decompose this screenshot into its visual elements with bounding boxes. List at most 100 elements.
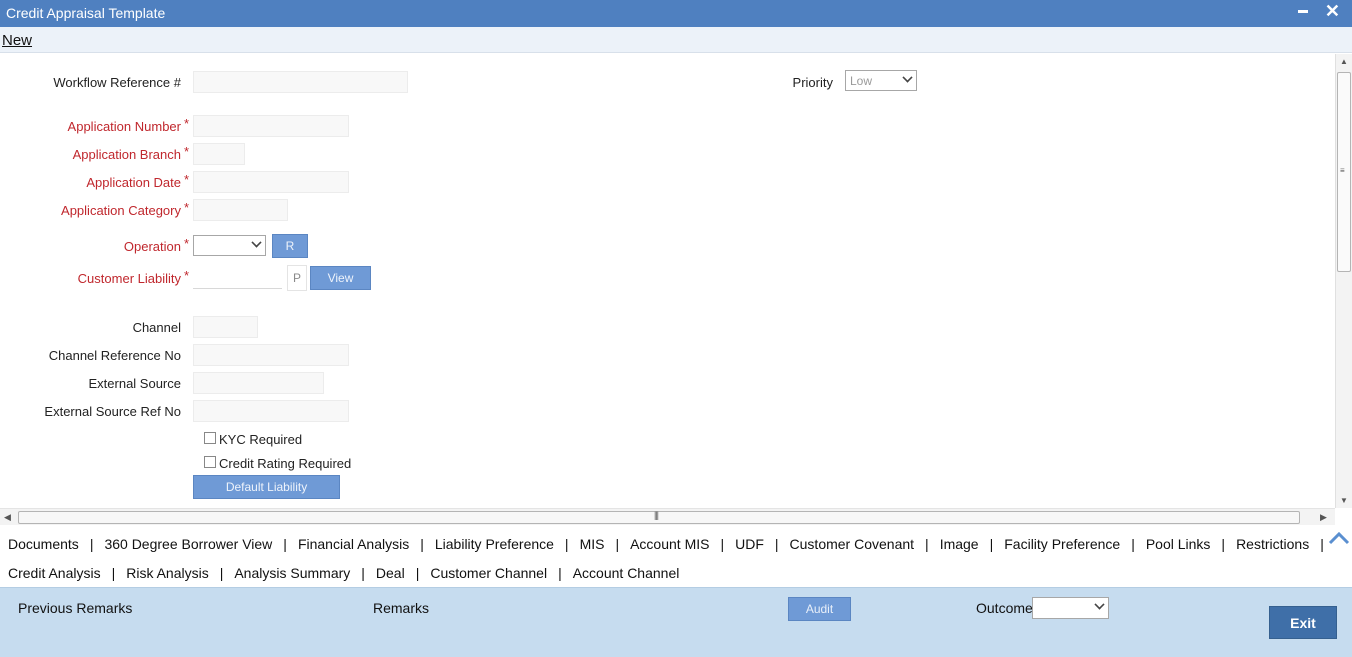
tab-pool-links[interactable]: Pool Links	[1146, 536, 1211, 552]
tab-liability-preference[interactable]: Liability Preference	[435, 536, 554, 552]
application-date-label: Application Date	[86, 175, 181, 190]
menu-bar: New	[0, 27, 1352, 53]
footer-panel: Previous Remarks Remarks Audit Outcome E…	[0, 587, 1352, 657]
application-branch-label: Application Branch	[72, 147, 181, 162]
tab-separator: |	[415, 565, 420, 581]
new-menu-link[interactable]: New	[2, 32, 32, 49]
tab-documents[interactable]: Documents	[8, 536, 79, 552]
customer-liability-label: Customer Liability	[77, 271, 181, 286]
application-branch-input[interactable]	[193, 143, 245, 165]
tab-risk-analysis[interactable]: Risk Analysis	[126, 565, 208, 581]
chevron-down-icon	[1094, 599, 1105, 610]
channel-reference-label: Channel Reference No	[48, 348, 181, 363]
required-marker: *	[184, 116, 190, 131]
customer-liability-p-button[interactable]: P	[287, 265, 307, 291]
main-form: Workflow Reference # Priority Low Applic…	[0, 54, 1335, 508]
required-marker: *	[184, 200, 190, 215]
tab-financial-analysis[interactable]: Financial Analysis	[298, 536, 409, 552]
operation-select[interactable]	[193, 235, 266, 256]
priority-value: Low	[850, 74, 873, 88]
application-date-input[interactable]	[193, 171, 349, 193]
required-marker: *	[184, 236, 190, 251]
minimize-icon[interactable]	[1298, 10, 1308, 13]
external-source-ref-input[interactable]	[193, 400, 349, 422]
tab-row-2: Credit Analysis | Risk Analysis | Analysis S…	[8, 565, 679, 581]
chevron-down-icon	[902, 72, 913, 83]
scroll-up-icon[interactable]: ▲	[1340, 57, 1348, 66]
vertical-scrollbar[interactable]: ▲ ≡ ▼	[1335, 54, 1352, 508]
subsystem-tabs: Documents | 360 Degree Borrower View | Finan…	[0, 527, 1352, 587]
required-marker: *	[184, 268, 190, 283]
application-category-label: Application Category	[61, 203, 181, 218]
window-titlebar: Credit Appraisal Template ✕	[0, 0, 1352, 27]
kyc-required-label: KYC Required	[219, 432, 303, 447]
chevron-down-icon	[251, 237, 262, 248]
tab-separator: |	[420, 536, 424, 552]
audit-button[interactable]: Audit	[788, 597, 851, 621]
tab-separator: |	[720, 536, 725, 552]
operation-r-button[interactable]: R	[272, 234, 308, 258]
tab-restrictions[interactable]: Restrictions	[1236, 536, 1309, 552]
external-source-input[interactable]	[193, 372, 324, 394]
tab-udf[interactable]: UDF	[735, 536, 764, 552]
grip-icon: ≡	[1340, 166, 1345, 175]
credit-rating-required-checkbox[interactable]	[204, 456, 216, 468]
exit-button[interactable]: Exit	[1269, 606, 1337, 639]
tab-credit-analysis[interactable]: Credit Analysis	[8, 565, 101, 581]
kyc-required-checkbox[interactable]	[204, 432, 216, 444]
operation-label: Operation	[123, 239, 181, 254]
tab-analysis-summary[interactable]: Analysis Summary	[234, 565, 350, 581]
scroll-right-icon[interactable]: ▶	[1320, 512, 1327, 523]
workflow-reference-label: Workflow Reference #	[53, 75, 181, 90]
tab-separator: |	[774, 536, 779, 552]
remarks-link[interactable]: Remarks	[373, 600, 429, 616]
tab-separator: |	[558, 565, 562, 581]
external-source-label: External Source	[88, 376, 182, 391]
channel-label: Channel	[132, 320, 181, 335]
tab-separator: |	[283, 536, 287, 552]
close-icon[interactable]: ✕	[1325, 1, 1340, 21]
tab-facility-preference[interactable]: Facility Preference	[1004, 536, 1120, 552]
tab-separator: |	[989, 536, 994, 552]
priority-select[interactable]: Low	[845, 70, 917, 91]
priority-label: Priority	[792, 75, 833, 90]
tab-row-1: Documents | 360 Degree Borrower View | Finan…	[8, 536, 1335, 552]
channel-input[interactable]	[193, 316, 258, 338]
workflow-reference-input[interactable]	[193, 71, 408, 93]
tab-account-mis[interactable]: Account MIS	[630, 536, 709, 552]
customer-liability-input[interactable]	[193, 267, 282, 289]
tab-image[interactable]: Image	[940, 536, 979, 552]
credit-rating-required-label: Credit Rating Required	[219, 456, 352, 471]
collapse-up-icon[interactable]	[1328, 529, 1350, 547]
horizontal-scroll-thumb[interactable]	[18, 511, 1300, 524]
tab-customer-covenant[interactable]: Customer Covenant	[790, 536, 915, 552]
tab-deal[interactable]: Deal	[376, 565, 405, 581]
default-liability-button[interactable]: Default Liability	[193, 475, 340, 499]
outcome-select[interactable]	[1032, 597, 1109, 619]
tab-separator: |	[1221, 536, 1226, 552]
tab-360-degree-borrower-view[interactable]: 360 Degree Borrower View	[104, 536, 272, 552]
tab-separator: |	[361, 565, 365, 581]
tab-customer-channel[interactable]: Customer Channel	[430, 565, 547, 581]
tab-account-channel[interactable]: Account Channel	[573, 565, 680, 581]
application-number-label: Application Number	[67, 119, 181, 134]
scroll-down-icon[interactable]: ▼	[1340, 496, 1348, 505]
tab-separator: |	[564, 536, 569, 552]
previous-remarks-link[interactable]: Previous Remarks	[18, 600, 132, 616]
tab-separator: |	[89, 536, 94, 552]
tab-separator: |	[1320, 536, 1324, 552]
channel-reference-input[interactable]	[193, 344, 349, 366]
required-marker: *	[184, 144, 190, 159]
tab-separator: |	[925, 536, 929, 552]
application-category-input[interactable]	[193, 199, 288, 221]
horizontal-scrollbar[interactable]: ◀ ||| ▶	[0, 508, 1335, 525]
window-title: Credit Appraisal Template	[6, 5, 166, 21]
external-source-ref-label: External Source Ref No	[44, 404, 181, 419]
required-marker: *	[184, 172, 190, 187]
tab-separator: |	[111, 565, 116, 581]
view-button[interactable]: View	[310, 266, 371, 290]
tab-mis[interactable]: MIS	[580, 536, 605, 552]
scroll-left-icon[interactable]: ◀	[4, 512, 11, 523]
application-number-input[interactable]	[193, 115, 349, 137]
tab-separator: |	[1131, 536, 1135, 552]
